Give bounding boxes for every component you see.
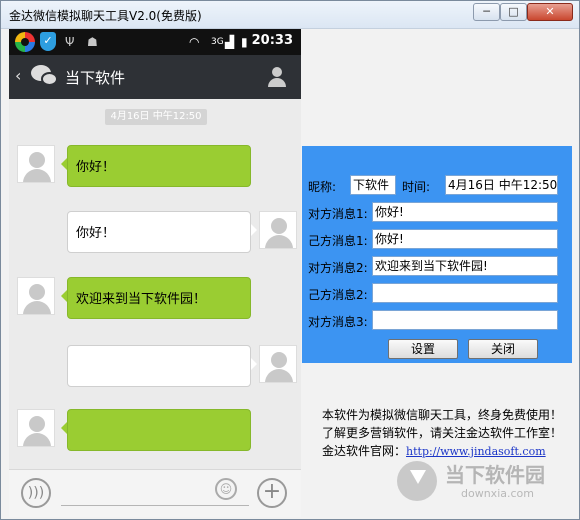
incoming-message-2-input[interactable]: 欢迎来到当下软件园! bbox=[372, 256, 558, 276]
outgoing-message-2-input[interactable] bbox=[372, 283, 558, 303]
phone-preview: ✓ Ψ ☗ ◠ 3G ▟ ▮ 20:33 ‹ 当下软件 4月16日 中午12:5… bbox=[9, 29, 301, 517]
network-type: 3G bbox=[211, 37, 224, 47]
chat-title: 当下软件 bbox=[65, 69, 126, 87]
contact-profile-icon[interactable] bbox=[267, 67, 287, 87]
chat-area: 4月16日 中午12:50 你好！ 你好！ 欢迎来到当下软件园！ bbox=[9, 99, 301, 469]
shield-icon: ✓ bbox=[40, 32, 56, 51]
incoming-message-1-input[interactable]: 你好! bbox=[372, 202, 558, 222]
row-label: 己方消息2: bbox=[308, 288, 368, 302]
row-label: 己方消息1: bbox=[308, 234, 368, 248]
window-title: 金达微信模拟聊天工具V2.0(免费版) bbox=[9, 9, 202, 23]
usb-icon: Ψ bbox=[65, 35, 75, 49]
plus-icon[interactable]: + bbox=[257, 478, 287, 508]
app-logo-icon bbox=[15, 32, 35, 52]
close-window-button[interactable]: ✕ bbox=[527, 3, 573, 21]
emoji-icon[interactable]: ☺ bbox=[215, 478, 237, 500]
info-text: 本软件为模拟微信聊天工具，终身免费使用！ 了解更多营销软件，请关注金达软件工作室… bbox=[322, 406, 562, 461]
wifi-icon: ◠ bbox=[189, 35, 200, 49]
outgoing-message-1-input[interactable]: 你好! bbox=[372, 229, 558, 249]
voice-icon[interactable]: ))) bbox=[21, 478, 51, 508]
row-label: 对方消息1: bbox=[308, 207, 368, 221]
android-icon: ☗ bbox=[87, 35, 98, 49]
info-line-1: 本软件为模拟微信聊天工具，终身免费使用！ bbox=[322, 408, 563, 422]
row-label: 对方消息2: bbox=[308, 261, 368, 275]
wechat-icon bbox=[31, 65, 59, 89]
message-timestamp: 4月16日 中午12:50 bbox=[105, 109, 207, 125]
time-label: 时间: bbox=[402, 180, 431, 194]
message-bubble-incoming: 你好！ bbox=[61, 145, 251, 187]
self-avatar bbox=[259, 345, 297, 383]
message-bubble-incoming: 欢迎来到当下软件园！ bbox=[61, 277, 251, 319]
back-icon[interactable]: ‹ bbox=[15, 66, 21, 85]
watermark-domain: downxia.com bbox=[461, 487, 534, 500]
chat-nav-bar: ‹ 当下软件 bbox=[9, 55, 301, 99]
phone-status-bar: ✓ Ψ ☗ ◠ 3G ▟ ▮ 20:33 bbox=[9, 29, 301, 55]
status-time: 20:33 bbox=[251, 33, 293, 48]
download-logo-icon bbox=[397, 461, 437, 501]
contact-avatar bbox=[17, 145, 55, 183]
contact-avatar bbox=[17, 277, 55, 315]
signal-icon: ▟ bbox=[225, 35, 235, 49]
time-input[interactable]: 4月16日 中午12:50 bbox=[445, 175, 558, 195]
close-button[interactable]: 关闭 bbox=[468, 339, 538, 359]
nickname-label: 昵称: bbox=[308, 180, 337, 194]
settings-panel: 昵称: 下软件 时间: 4月16日 中午12:50 对方消息1: 你好! 己方消… bbox=[302, 146, 572, 363]
chat-input-bar: ))) ☺ + bbox=[9, 469, 301, 517]
site-label: 金达软件官网： bbox=[322, 444, 407, 458]
minimize-button[interactable]: ─ bbox=[473, 3, 500, 21]
nickname-input[interactable]: 下软件 bbox=[350, 175, 396, 195]
message-bubble-incoming bbox=[61, 409, 251, 451]
set-button[interactable]: 设置 bbox=[388, 339, 458, 359]
incoming-message-3-input[interactable] bbox=[372, 310, 558, 330]
title-bar: 金达微信模拟聊天工具V2.0(免费版) ─ □ ✕ bbox=[1, 1, 579, 29]
row-label: 对方消息3: bbox=[308, 315, 368, 329]
watermark: 当下软件园 downxia.com bbox=[397, 457, 567, 505]
message-bubble-outgoing bbox=[67, 345, 257, 387]
self-avatar bbox=[259, 211, 297, 249]
maximize-button[interactable]: □ bbox=[500, 3, 527, 21]
info-line-2: 了解更多营销软件，请关注金达软件工作室！ bbox=[322, 426, 563, 440]
contact-avatar bbox=[17, 409, 55, 447]
battery-icon: ▮ bbox=[241, 35, 248, 49]
watermark-name: 当下软件园 bbox=[445, 463, 545, 487]
app-window: 金达微信模拟聊天工具V2.0(免费版) ─ □ ✕ ✓ Ψ ☗ ◠ 3G ▟ ▮… bbox=[0, 0, 580, 520]
message-bubble-outgoing: 你好！ bbox=[67, 211, 257, 253]
